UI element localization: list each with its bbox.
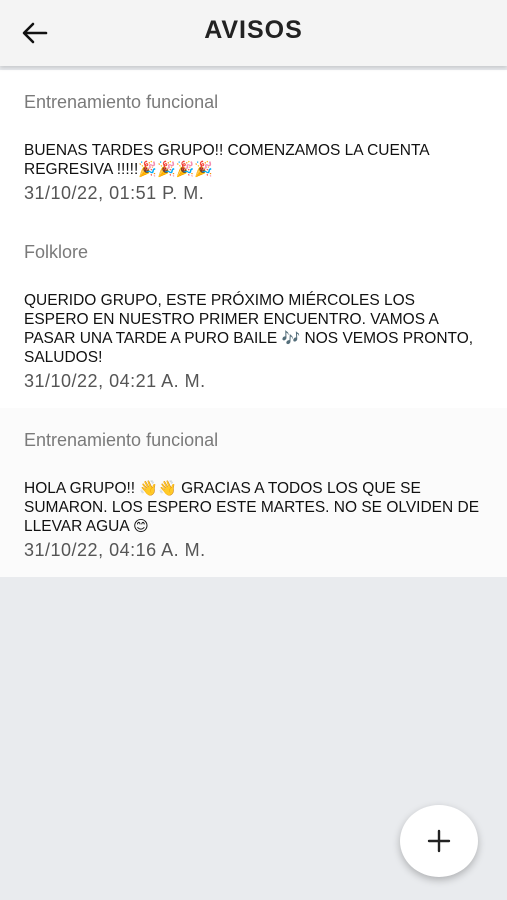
notice-item[interactable]: Entrenamiento funcional BUENAS TARDES GR…: [0, 70, 507, 220]
notice-message: QUERIDO GRUPO, ESTE PRÓXIMO MIÉRCOLES LO…: [24, 291, 483, 367]
notice-date: 31/10/22, 04:16 A. M.: [24, 540, 206, 560]
notice-group-name: Entrenamiento funcional: [24, 92, 219, 112]
notice-message: BUENAS TARDES GRUPO!! COMENZAMOS LA CUEN…: [24, 141, 483, 179]
plus-icon: [427, 829, 451, 853]
notice-message-text: HOLA GRUPO!!: [24, 480, 140, 497]
notice-date: 31/10/22, 01:51 P. M.: [24, 183, 205, 203]
party-popper-emoji: 🎉🎉🎉🎉: [138, 160, 213, 178]
page-title: AVISOS: [204, 16, 303, 44]
notices-list: Entrenamiento funcional BUENAS TARDES GR…: [0, 70, 507, 577]
smile-emoji: 😊: [133, 517, 149, 535]
notice-group-name: Entrenamiento funcional: [24, 430, 219, 450]
music-notes-emoji: 🎶: [281, 329, 301, 347]
waving-hands-emoji: 👋👋: [139, 479, 177, 497]
notice-item[interactable]: Entrenamiento funcional HOLA GRUPO!! 👋👋 …: [0, 408, 507, 577]
notice-date: 31/10/22, 04:21 A. M.: [24, 371, 206, 391]
notice-message-text: BUENAS TARDES GRUPO!! COMENZAMOS LA CUEN…: [24, 142, 429, 178]
notice-group-name: Folklore: [24, 242, 89, 262]
top-app-bar: AVISOS: [0, 0, 507, 66]
app-screen: AVISOS Entrenamiento funcional BUENAS TA…: [0, 0, 507, 900]
notice-message: HOLA GRUPO!! 👋👋 GRACIAS A TODOS LOS QUE …: [24, 479, 483, 536]
notice-item[interactable]: Folklore QUERIDO GRUPO, ESTE PRÓXIMO MIÉ…: [0, 220, 507, 408]
add-notice-button[interactable]: [400, 805, 478, 877]
